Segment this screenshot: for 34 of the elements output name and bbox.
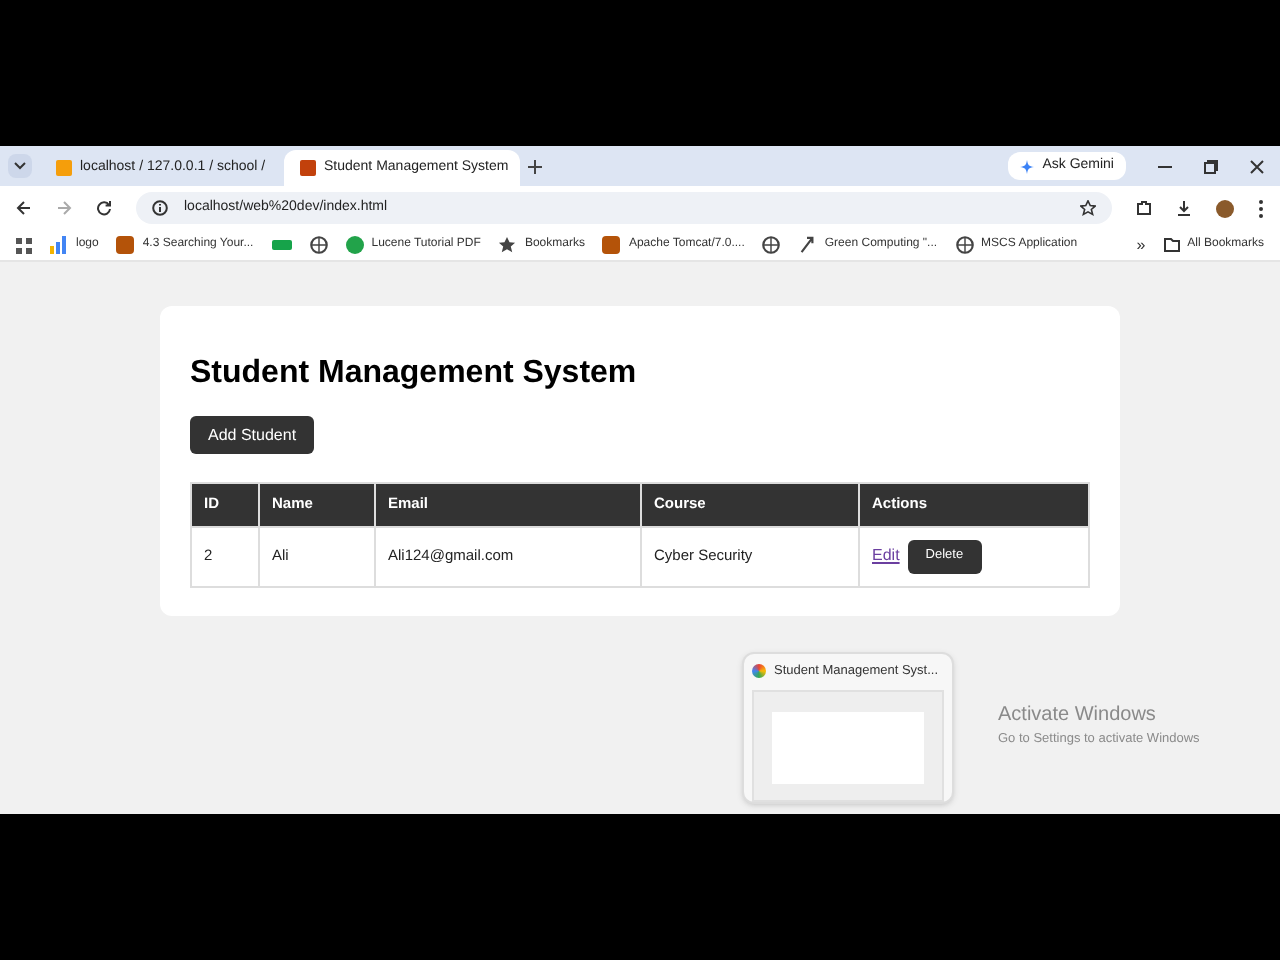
square-logo-icon [116,236,135,254]
tab-search-button[interactable] [8,154,32,178]
tab-favicon-icon [300,160,316,176]
globe-icon [955,236,974,254]
page-heading: Student Management System [190,354,639,394]
back-icon[interactable] [16,200,32,216]
reload-icon[interactable] [96,200,112,216]
bookmark-item[interactable] [762,236,781,254]
chevrons-icon[interactable]: » [1136,233,1146,257]
tab-favicon-icon [56,160,72,176]
new-tab-icon[interactable] [528,159,542,173]
tag-icon [271,240,292,250]
edit-link[interactable]: Edit [872,544,900,568]
bar-chart-icon [50,236,68,254]
more-icon[interactable] [1258,199,1264,217]
globe-icon [762,236,781,254]
download-icon[interactable] [1176,200,1192,216]
avatar-icon[interactable] [1216,199,1234,217]
puzzle-icon[interactable] [1136,200,1152,216]
browser-logo-icon [752,664,766,679]
add-student-button[interactable]: Add Student [190,416,315,454]
close-icon[interactable] [1250,159,1264,173]
globe-icon [309,236,328,254]
square-logo-icon [602,236,621,254]
circle-logo-icon [345,236,364,254]
info-icon [152,200,168,216]
activation-title: Activate Windows [998,702,1158,730]
star-icon[interactable] [1080,200,1096,216]
chevron-down-icon [14,162,26,170]
folder-icon [1163,238,1180,252]
bookmark-item[interactable] [309,236,328,254]
star-icon [498,236,517,254]
restore-icon[interactable] [1204,159,1218,173]
apps-grid-icon[interactable] [16,237,32,253]
